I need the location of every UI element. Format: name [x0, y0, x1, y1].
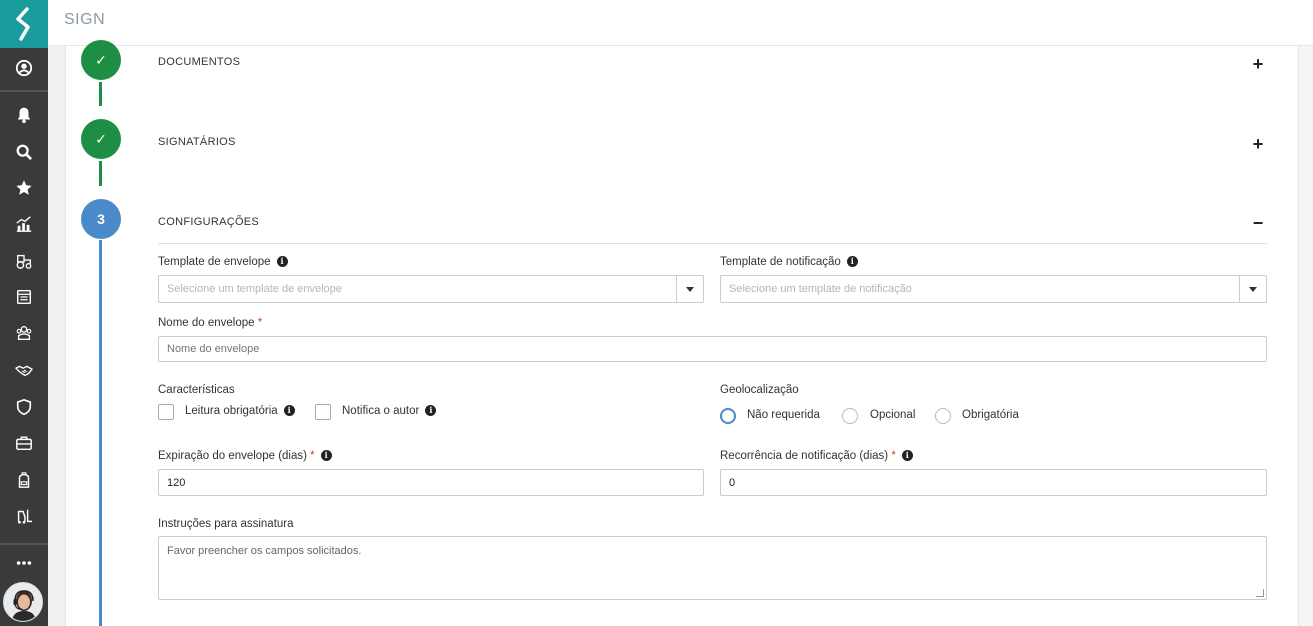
resize-handle[interactable]: [1256, 589, 1264, 597]
search-icon[interactable]: [0, 134, 48, 170]
recorrencia-input[interactable]: 0: [720, 469, 1267, 496]
step-connector: [99, 240, 102, 626]
notifica-autor-option[interactable]: Notifica o autor i: [342, 405, 437, 417]
star-icon[interactable]: [0, 170, 48, 206]
chevron-down-icon[interactable]: [1239, 276, 1266, 302]
leitura-obrigatoria-option[interactable]: Leitura obrigatória i: [185, 405, 295, 417]
info-icon[interactable]: i: [320, 450, 332, 461]
user-circle-icon[interactable]: [0, 50, 48, 86]
step-3-indicator: 3: [81, 199, 121, 239]
chevron-down-icon[interactable]: [676, 276, 703, 302]
template-notificacao-select[interactable]: Selecione um template de notificação: [720, 275, 1267, 303]
info-icon[interactable]: i: [425, 405, 437, 416]
team-icon[interactable]: [0, 315, 48, 351]
briefcase-icon[interactable]: [0, 425, 48, 461]
sidebar: [0, 0, 48, 626]
template-notificacao-label: Template de notificação i: [720, 256, 858, 268]
section-title-configuracoes: CONFIGURAÇÕES: [158, 216, 260, 228]
logo-icon: [16, 7, 30, 41]
more-icon[interactable]: [0, 545, 48, 581]
info-icon[interactable]: i: [283, 405, 295, 416]
geo-obrigatoria-radio[interactable]: [935, 408, 951, 424]
handshake-icon[interactable]: [0, 352, 48, 388]
step-connector: [99, 82, 102, 106]
app-title: SIGN: [64, 11, 106, 28]
app-logo[interactable]: [0, 0, 48, 48]
recorrencia-label: Recorrência de notificação (dias) * i: [720, 450, 913, 462]
expand-signatarios-button[interactable]: +: [1250, 135, 1266, 153]
section-title-signatarios: SIGNATÁRIOS: [158, 136, 236, 148]
leitura-obrigatoria-checkbox[interactable]: [158, 404, 174, 420]
scrollbar[interactable]: [1299, 46, 1313, 626]
tractor-icon[interactable]: [0, 243, 48, 279]
step-1-indicator: ✓: [81, 40, 121, 80]
notifica-autor-checkbox[interactable]: [315, 404, 331, 420]
expand-documentos-button[interactable]: +: [1250, 55, 1266, 73]
step-connector: [99, 161, 102, 186]
document-box-icon[interactable]: [0, 279, 48, 315]
nome-envelope-label: Nome do envelope *: [158, 317, 263, 329]
geo-nao-requerida-option[interactable]: Não requerida: [747, 409, 820, 421]
geo-opcional-radio[interactable]: [842, 408, 858, 424]
app-header: SIGN: [48, 0, 1313, 46]
avatar[interactable]: [3, 582, 43, 622]
instrucoes-textarea[interactable]: Favor preencher os campos solicitados.: [158, 536, 1267, 600]
chart-icon[interactable]: [0, 206, 48, 242]
sidebar-divider: [0, 90, 48, 92]
expiracao-label: Expiração do envelope (dias) * i: [158, 450, 332, 462]
template-envelope-select[interactable]: Selecione um template de envelope: [158, 275, 704, 303]
info-icon[interactable]: i: [846, 256, 858, 267]
geolocalizacao-label: Geolocalização: [720, 384, 799, 396]
info-icon[interactable]: i: [276, 256, 288, 267]
section-title-documentos: DOCUMENTOS: [158, 56, 241, 68]
forklift-icon[interactable]: [0, 498, 48, 534]
user-avatar-icon: [4, 583, 42, 621]
geo-opcional-option[interactable]: Opcional: [870, 409, 915, 421]
nome-envelope-input[interactable]: [158, 336, 1267, 362]
bell-icon[interactable]: [0, 97, 48, 133]
step-2-indicator: ✓: [81, 119, 121, 159]
section-divider: [158, 243, 1267, 244]
instrucoes-label: Instruções para assinatura: [158, 518, 294, 530]
expiracao-input[interactable]: 120: [158, 469, 704, 496]
geo-nao-requerida-radio[interactable]: [720, 408, 736, 424]
checkmark-icon: ✓: [95, 51, 107, 68]
collapse-configuracoes-button[interactable]: −: [1250, 214, 1266, 232]
template-envelope-label: Template de envelope i: [158, 256, 288, 268]
info-icon[interactable]: i: [901, 450, 913, 461]
backpack-icon[interactable]: [0, 462, 48, 498]
geo-obrigatoria-option[interactable]: Obrigatória: [962, 409, 1019, 421]
caracteristicas-label: Características: [158, 384, 235, 396]
shield-icon[interactable]: [0, 389, 48, 425]
checkmark-icon: ✓: [95, 130, 107, 147]
